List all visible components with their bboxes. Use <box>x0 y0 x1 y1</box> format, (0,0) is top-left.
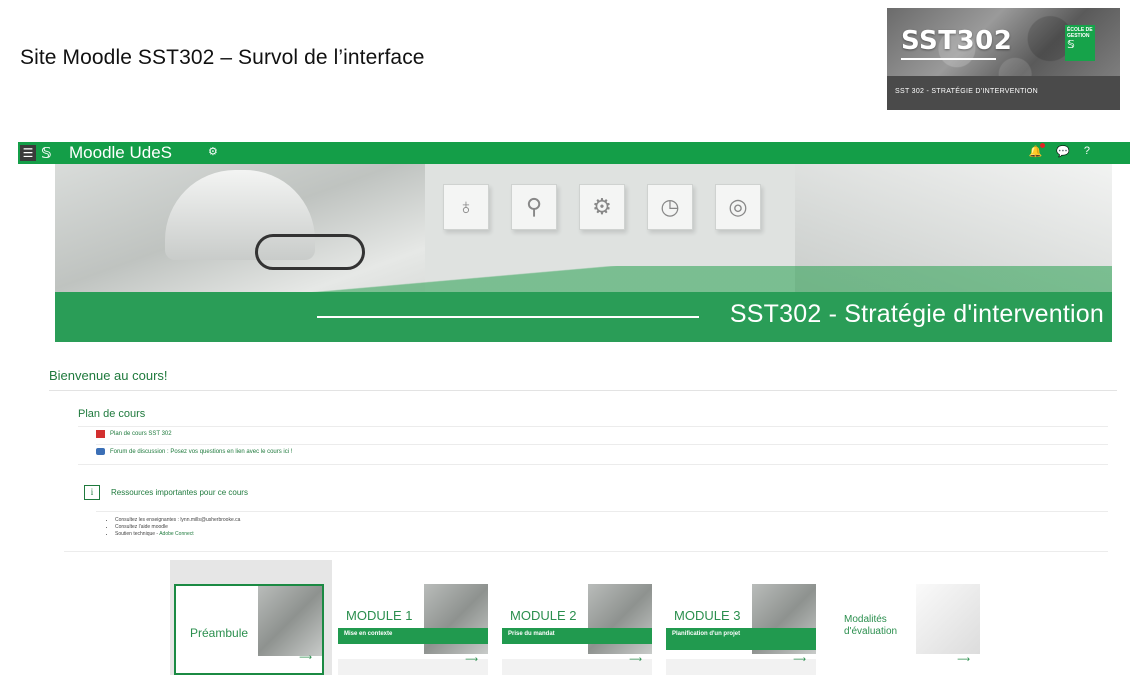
notification-dot <box>1040 143 1046 148</box>
pdf-icon <box>96 430 105 438</box>
glasses-shape <box>255 234 365 270</box>
arrow-right-icon: ⟶ <box>957 654 970 664</box>
list-item[interactable]: Consultez l'aide moodle <box>115 524 240 531</box>
udes-logo-icon: 𝕊 <box>1067 39 1075 51</box>
tile-sublabel: Prise du mandat <box>508 631 555 637</box>
navbar-actions: 🔔 💬 ? <box>1028 143 1090 158</box>
arrow-right-icon: ⟶ <box>465 654 478 664</box>
search-icon: ⚲ <box>511 184 557 230</box>
site-name-link[interactable]: Moodle UdeS <box>69 143 172 163</box>
divider <box>96 511 1108 512</box>
tile-module-1[interactable]: MODULE 1 Mise en contexte ⟶ <box>338 584 488 675</box>
divider <box>901 58 996 60</box>
divider <box>78 464 1108 465</box>
activity-label: Plan de cours SST 302 <box>110 431 172 437</box>
clock-icon: ◷ <box>647 184 693 230</box>
tile-label: MODULE 3 <box>674 608 741 623</box>
thumbnail-band: SST 302 - STRATÉGIE D'INTERVENTION <box>887 76 1120 110</box>
list-item: Soutien technique - Adobe Connect <box>115 531 240 538</box>
bell-glyph: 🔔 <box>1028 146 1043 158</box>
course-code: SST302 <box>901 26 1013 56</box>
activity-label: Forum de discussion : Posez vos question… <box>110 448 293 455</box>
info-icon: i <box>84 485 100 500</box>
module-tiles: Préambule ⟶ MODULE 1 Mise en contexte ⟶ … <box>170 560 988 675</box>
list-item-text: Soutien technique - <box>115 531 160 537</box>
arrow-right-icon: ⟶ <box>299 652 312 662</box>
divider <box>64 551 1108 552</box>
tile-sublabel: Planification d'un projet <box>672 631 741 637</box>
tile-label: MODULE 2 <box>510 608 577 623</box>
activity-plan-pdf[interactable]: Plan de cours SST 302 <box>96 430 172 438</box>
tile-strip: Planification d'un projet <box>666 628 816 650</box>
gears-icon: ⚙ <box>579 184 625 230</box>
school-name: ÉCOLE DE GESTION <box>1067 27 1093 39</box>
course-thumbnail: SST302 ÉCOLE DE GESTION 𝕊 SST 302 - STRA… <box>887 8 1120 110</box>
arrow-right-icon: ⟶ <box>793 654 806 664</box>
banner-line <box>317 316 699 318</box>
section-title-plan[interactable]: Plan de cours <box>78 408 145 420</box>
tile-sublabel: Mise en contexte <box>344 631 393 637</box>
arrow-right-icon: ⟶ <box>629 654 642 664</box>
divider <box>49 390 1117 391</box>
tile-strip: Mise en contexte <box>338 628 488 644</box>
activity-forum[interactable]: Forum de discussion : Posez vos question… <box>96 448 292 455</box>
welcome-heading: Bienvenue au cours! <box>49 368 168 383</box>
lightbulb-icon: ♁ <box>443 184 489 230</box>
thumbnail-subtitle: SST 302 - STRATÉGIE D'INTERVENTION <box>895 88 1039 95</box>
target-icon: ◎ <box>715 184 761 230</box>
tile-image <box>258 586 322 656</box>
tile-label: MODULE 1 <box>346 608 413 623</box>
checklist-icon <box>916 584 980 654</box>
settings-icon[interactable]: ⚙ <box>208 145 218 158</box>
moodle-screenshot: ☰ 𝕊 Moodle UdeS ⚙ 🔔 💬 ? ♁ ⚲ ⚙ ◷ ◎ SST302… <box>18 142 1130 675</box>
tile-strip: Prise du mandat <box>502 628 652 644</box>
divider <box>78 426 1108 427</box>
help-icon[interactable]: ? <box>1084 145 1090 158</box>
notifications-icon[interactable]: 🔔 <box>1028 143 1046 158</box>
tile-label: Modalités d'évaluation <box>844 614 898 637</box>
udes-logo-icon[interactable]: 𝕊 <box>41 144 52 162</box>
banner-green-wedge <box>55 266 1112 294</box>
tile-evaluation[interactable]: Modalités d'évaluation ⟶ <box>830 584 980 675</box>
divider <box>96 444 1108 445</box>
forum-icon <box>96 448 105 455</box>
menu-icon[interactable]: ☰ <box>20 145 36 161</box>
tile-label: Préambule <box>190 626 249 640</box>
tile-preambule[interactable]: Préambule ⟶ <box>174 584 324 675</box>
top-navbar: ☰ 𝕊 Moodle UdeS ⚙ 🔔 💬 ? <box>18 142 1130 164</box>
banner-course-title: SST302 - Stratégie d'intervention <box>729 300 1104 328</box>
list-item: Consultez les enseignantes : lynn.mills@… <box>115 517 240 524</box>
tile-module-3[interactable]: MODULE 3 Planification d'un projet ⟶ <box>666 584 816 675</box>
slide-title: Site Moodle SST302 – Survol de l’interfa… <box>20 46 425 69</box>
resources-list: Consultez les enseignantes : lynn.mills@… <box>106 517 240 538</box>
school-logo: ÉCOLE DE GESTION 𝕊 <box>1065 25 1095 61</box>
resources-title: Ressources importantes pour ce cours <box>111 488 248 497</box>
messages-icon[interactable]: 💬 <box>1056 145 1070 158</box>
adobe-connect-link[interactable]: Adobe Connect <box>159 531 193 537</box>
course-banner: ♁ ⚲ ⚙ ◷ ◎ SST302 - Stratégie d'intervent… <box>55 164 1112 342</box>
tile-module-2[interactable]: MODULE 2 Prise du mandat ⟶ <box>502 584 652 675</box>
